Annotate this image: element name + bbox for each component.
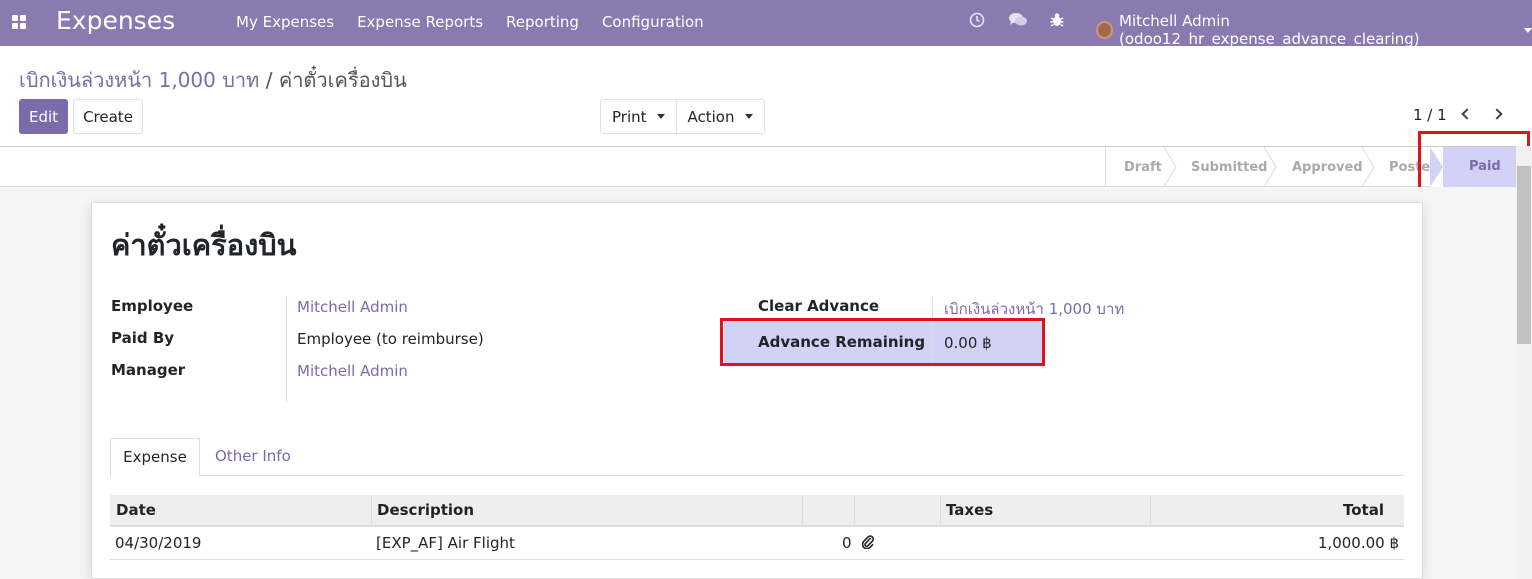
apps-grid-icon[interactable] bbox=[12, 15, 26, 29]
main-menu: My Expenses Expense Reports Reporting Co… bbox=[236, 13, 704, 31]
menu-reporting[interactable]: Reporting bbox=[506, 13, 579, 31]
field-divider bbox=[286, 296, 287, 402]
column-date[interactable]: Date bbox=[116, 501, 156, 519]
employee-label: Employee bbox=[111, 297, 194, 315]
edit-button[interactable]: Edit bbox=[19, 99, 68, 134]
print-dropdown[interactable]: Print bbox=[601, 100, 676, 133]
column-divider bbox=[802, 495, 803, 527]
caret-down-icon bbox=[656, 114, 665, 119]
column-description[interactable]: Description bbox=[377, 501, 474, 519]
user-name: Mitchell Admin (odoo12_hr_expense_advanc… bbox=[1119, 12, 1420, 48]
cell-description: [EXP_AF] Air Flight bbox=[376, 534, 515, 552]
clock-icon[interactable] bbox=[969, 12, 985, 32]
stage-arrow bbox=[1163, 147, 1177, 187]
pager-next-icon[interactable] bbox=[1488, 104, 1506, 124]
menu-configuration[interactable]: Configuration bbox=[602, 13, 704, 31]
cell-total: 1,000.00 ฿ bbox=[1317, 534, 1399, 552]
print-label: Print bbox=[612, 107, 647, 126]
table-header: Date Description Taxes Total bbox=[110, 495, 1404, 527]
cell-date: 04/30/2019 bbox=[115, 534, 202, 552]
column-divider bbox=[940, 495, 941, 527]
breadcrumb: เบิกเงินล่วงหน้า 1,000 บาท / ค่าตั๋วเครื… bbox=[19, 64, 407, 96]
annotation-box-advance bbox=[720, 318, 1045, 366]
manager-field[interactable]: Mitchell Admin bbox=[297, 362, 408, 380]
column-divider bbox=[854, 495, 855, 527]
stage-arrow bbox=[1263, 147, 1277, 187]
employee-field[interactable]: Mitchell Admin bbox=[297, 298, 408, 316]
menu-my-expenses[interactable]: My Expenses bbox=[236, 13, 334, 31]
manager-label: Manager bbox=[111, 361, 186, 379]
stage-divider bbox=[1105, 147, 1106, 187]
tab-expense[interactable]: Expense bbox=[110, 438, 200, 476]
chevron-down-icon bbox=[1524, 27, 1532, 33]
column-total[interactable]: Total bbox=[1343, 501, 1384, 519]
record-title: ค่าตั๋วเครื่องบิน bbox=[111, 228, 297, 262]
breadcrumb-parent[interactable]: เบิกเงินล่วงหน้า 1,000 บาท bbox=[19, 68, 259, 92]
paperclip-icon[interactable] bbox=[861, 535, 874, 550]
paid-by-label: Paid By bbox=[111, 329, 175, 347]
table-row[interactable]: 04/30/2019 [EXP_AF] Air Flight 0 1,000.0… bbox=[110, 528, 1404, 560]
print-action-group: Print Action bbox=[600, 99, 765, 134]
chat-icon[interactable] bbox=[1008, 12, 1028, 32]
stage-approved[interactable]: Approved bbox=[1292, 147, 1363, 187]
column-divider bbox=[371, 495, 372, 527]
action-label: Action bbox=[687, 107, 735, 126]
tab-divider bbox=[110, 475, 1404, 476]
stage-draft[interactable]: Draft bbox=[1124, 147, 1162, 187]
user-menu[interactable]: Mitchell Admin (odoo12_hr_expense_advanc… bbox=[1096, 12, 1532, 48]
breadcrumb-current: ค่าตั๋วเครื่องบิน bbox=[278, 68, 407, 92]
app-brand: Expenses bbox=[56, 6, 176, 35]
menu-expense-reports[interactable]: Expense Reports bbox=[357, 13, 483, 31]
create-button[interactable]: Create bbox=[73, 99, 143, 134]
breadcrumb-separator: / bbox=[265, 68, 273, 92]
statusbar: Draft Submitted Approved Posted Paid bbox=[0, 146, 1532, 187]
caret-down-icon bbox=[744, 114, 753, 119]
tab-other-info[interactable]: Other Info bbox=[215, 447, 291, 465]
stage-submitted[interactable]: Submitted bbox=[1191, 147, 1267, 187]
avatar bbox=[1096, 21, 1114, 39]
pager-previous-icon[interactable] bbox=[1458, 104, 1476, 124]
clear-advance-label: Clear Advance bbox=[758, 297, 880, 315]
column-divider bbox=[1150, 495, 1151, 527]
scrollbar-thumb[interactable] bbox=[1517, 166, 1531, 344]
top-navbar: Expenses My Expenses Expense Reports Rep… bbox=[0, 0, 1532, 48]
cell-quantity: 0 bbox=[842, 534, 852, 552]
stage-arrow bbox=[1361, 147, 1375, 187]
column-taxes[interactable]: Taxes bbox=[946, 501, 993, 519]
pager-value[interactable]: 1 / 1 bbox=[1413, 106, 1447, 124]
paid-by-field: Employee (to reimburse) bbox=[297, 330, 484, 348]
bug-icon[interactable] bbox=[1050, 12, 1064, 32]
action-dropdown[interactable]: Action bbox=[675, 100, 764, 133]
